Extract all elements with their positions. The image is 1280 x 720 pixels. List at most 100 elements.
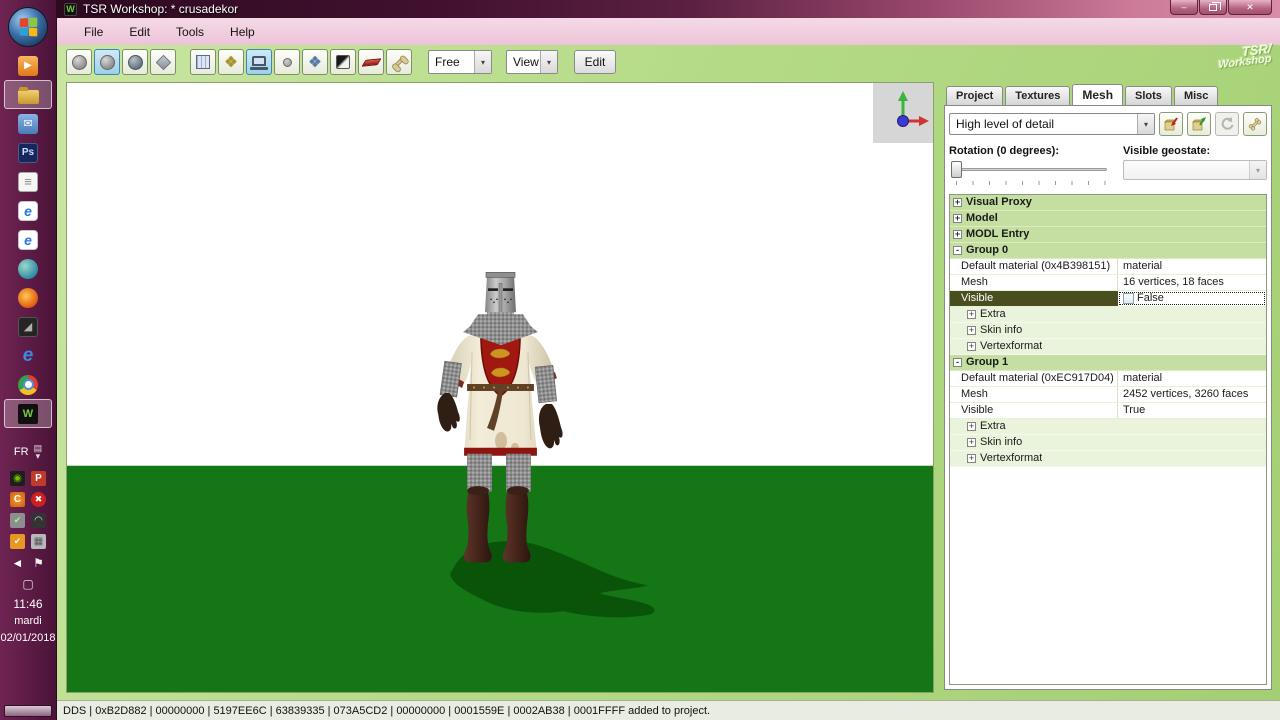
tray-icon[interactable]: ✔ [10, 513, 25, 528]
menu-item[interactable]: File [71, 21, 116, 43]
taskbar-app-icon[interactable] [4, 283, 52, 312]
taskbar-app-icon[interactable]: W [4, 399, 52, 428]
tray-icon[interactable]: P [31, 471, 46, 486]
export-mesh-button[interactable] [1187, 112, 1211, 136]
tree-row[interactable]: Mesh 16 vertices, 18 faces [950, 275, 1266, 291]
lod-dropdown[interactable]: High level of detail ▾ [949, 113, 1155, 135]
import-mesh-button[interactable] [1159, 112, 1183, 136]
tree-row[interactable]: - Group 1 [950, 355, 1266, 371]
toolbar-button[interactable] [122, 49, 148, 75]
expand-toggle-icon[interactable]: + [953, 214, 962, 223]
expand-toggle-icon[interactable]: + [967, 326, 976, 335]
slider-track[interactable] [951, 168, 1107, 171]
tree-row[interactable]: Default material (0xEC917D04) material [950, 371, 1266, 387]
tree-row-value[interactable]: False [1118, 291, 1266, 306]
tree-row-value[interactable]: 16 vertices, 18 faces [1118, 275, 1266, 290]
toolbar-button[interactable] [66, 49, 92, 75]
menu-item[interactable]: Help [217, 21, 268, 43]
menu-item[interactable]: Edit [116, 21, 163, 43]
rotation-slider[interactable] [949, 160, 1113, 186]
view-dropdown[interactable]: View ▾ [506, 50, 558, 74]
taskbar-app-icon[interactable] [4, 254, 52, 283]
3d-viewport[interactable] [66, 82, 934, 693]
taskbar-app-icon[interactable] [4, 370, 52, 399]
toolbar-button[interactable] [274, 49, 300, 75]
edit-button[interactable]: Edit [574, 50, 616, 74]
toolbar-button[interactable]: ❖ [218, 49, 244, 75]
restore-button[interactable] [1199, 0, 1227, 15]
toolbar-button[interactable] [190, 49, 216, 75]
expand-toggle-icon[interactable]: + [967, 342, 976, 351]
tray-icon[interactable]: ◉ [10, 471, 25, 486]
panel-tab[interactable]: Mesh [1072, 84, 1123, 105]
bone-assign-button[interactable] [1243, 112, 1267, 136]
show-desktop-button[interactable] [4, 705, 52, 717]
panel-tab[interactable]: Slots [1125, 86, 1172, 105]
visible-checkbox[interactable] [1123, 293, 1134, 304]
expand-toggle-icon[interactable]: + [953, 198, 962, 207]
taskbar-app-icon[interactable]: ◢ [4, 312, 52, 341]
tree-row[interactable]: Mesh 2452 vertices, 3260 faces [950, 387, 1266, 403]
toolbar-button[interactable] [358, 49, 384, 75]
tray-icon[interactable]: C [10, 492, 25, 507]
tree-row[interactable]: + Extra [950, 419, 1266, 435]
expand-toggle-icon[interactable]: - [953, 246, 962, 255]
toolbar-button[interactable] [94, 49, 120, 75]
tree-row-value[interactable]: True [1118, 403, 1266, 418]
tree-row-value[interactable]: material [1118, 371, 1266, 386]
tree-row[interactable]: + Skin info [950, 323, 1266, 339]
taskbar-app-icon[interactable]: ▶ [4, 51, 52, 80]
taskbar-app-icon[interactable]: e [4, 196, 52, 225]
refresh-lod-button[interactable] [1215, 112, 1239, 136]
taskbar-app-icon[interactable]: e [4, 225, 52, 254]
menu-item[interactable]: Tools [163, 21, 217, 43]
expand-toggle-icon[interactable]: + [967, 422, 976, 431]
tree-row[interactable]: + Skin info [950, 435, 1266, 451]
panel-tab[interactable]: Textures [1005, 86, 1070, 105]
expand-toggle-icon[interactable]: + [967, 438, 976, 447]
expand-toggle-icon[interactable]: + [953, 230, 962, 239]
tree-row[interactable]: + Extra [950, 307, 1266, 323]
tree-row[interactable]: Visible False [950, 291, 1266, 307]
toolbar-button[interactable] [246, 49, 272, 75]
tray-icon[interactable]: ▢ [21, 576, 36, 591]
chevron-down-icon[interactable]: ▾ [1137, 114, 1154, 134]
tree-row-value[interactable]: material [1118, 259, 1266, 274]
expand-toggle-icon[interactable]: + [967, 454, 976, 463]
tree-row[interactable]: Default material (0x4B398151) material [950, 259, 1266, 275]
taskbar-app-icon[interactable]: ✉ [4, 109, 52, 138]
tray-icon[interactable]: ✔ [10, 534, 25, 549]
tree-row[interactable]: Visible True [950, 403, 1266, 419]
minimize-button[interactable]: – [1170, 0, 1198, 15]
close-button[interactable]: ✕ [1228, 0, 1272, 15]
tree-row[interactable]: - Group 0 [950, 243, 1266, 259]
tree-row-value[interactable]: 2452 vertices, 3260 faces [1118, 387, 1266, 402]
toolbar-button[interactable] [150, 49, 176, 75]
language-indicator[interactable]: FR ▤▾ [14, 444, 42, 460]
slider-thumb[interactable] [951, 161, 962, 178]
tree-row[interactable]: + Vertexformat [950, 339, 1266, 355]
tree-row[interactable]: + Visual Proxy [950, 195, 1266, 211]
taskbar-app-icon[interactable]: Ps [4, 138, 52, 167]
chevron-down-icon[interactable]: ▾ [540, 51, 557, 73]
toolbar-button[interactable] [386, 49, 412, 75]
panel-tab[interactable]: Misc [1174, 86, 1218, 105]
taskbar-app-icon[interactable]: ≡ [4, 167, 52, 196]
panel-tab[interactable]: Project [946, 86, 1003, 105]
taskbar-clock[interactable]: 11:46 mardi 02/01/2018 [0, 596, 55, 647]
taskbar-app-icon[interactable]: e [4, 341, 52, 370]
tray-icon[interactable]: ▦ [31, 534, 46, 549]
toolbar-button[interactable]: ❖ [302, 49, 328, 75]
expand-toggle-icon[interactable]: - [953, 358, 962, 367]
taskbar-app-icon[interactable] [4, 80, 52, 109]
tray-icon[interactable]: ✖ [31, 492, 46, 507]
tray-icon[interactable]: ◠ [31, 513, 46, 528]
tree-row[interactable]: + Model [950, 211, 1266, 227]
start-button[interactable] [8, 7, 48, 47]
toolbar-button[interactable] [330, 49, 356, 75]
tray-icon[interactable]: ◄ [10, 555, 25, 570]
camera-mode-dropdown[interactable]: Free ▾ [428, 50, 492, 74]
expand-toggle-icon[interactable]: + [967, 310, 976, 319]
tree-row[interactable]: + Vertexformat [950, 451, 1266, 467]
geostate-dropdown[interactable]: ▾ [1123, 160, 1267, 180]
